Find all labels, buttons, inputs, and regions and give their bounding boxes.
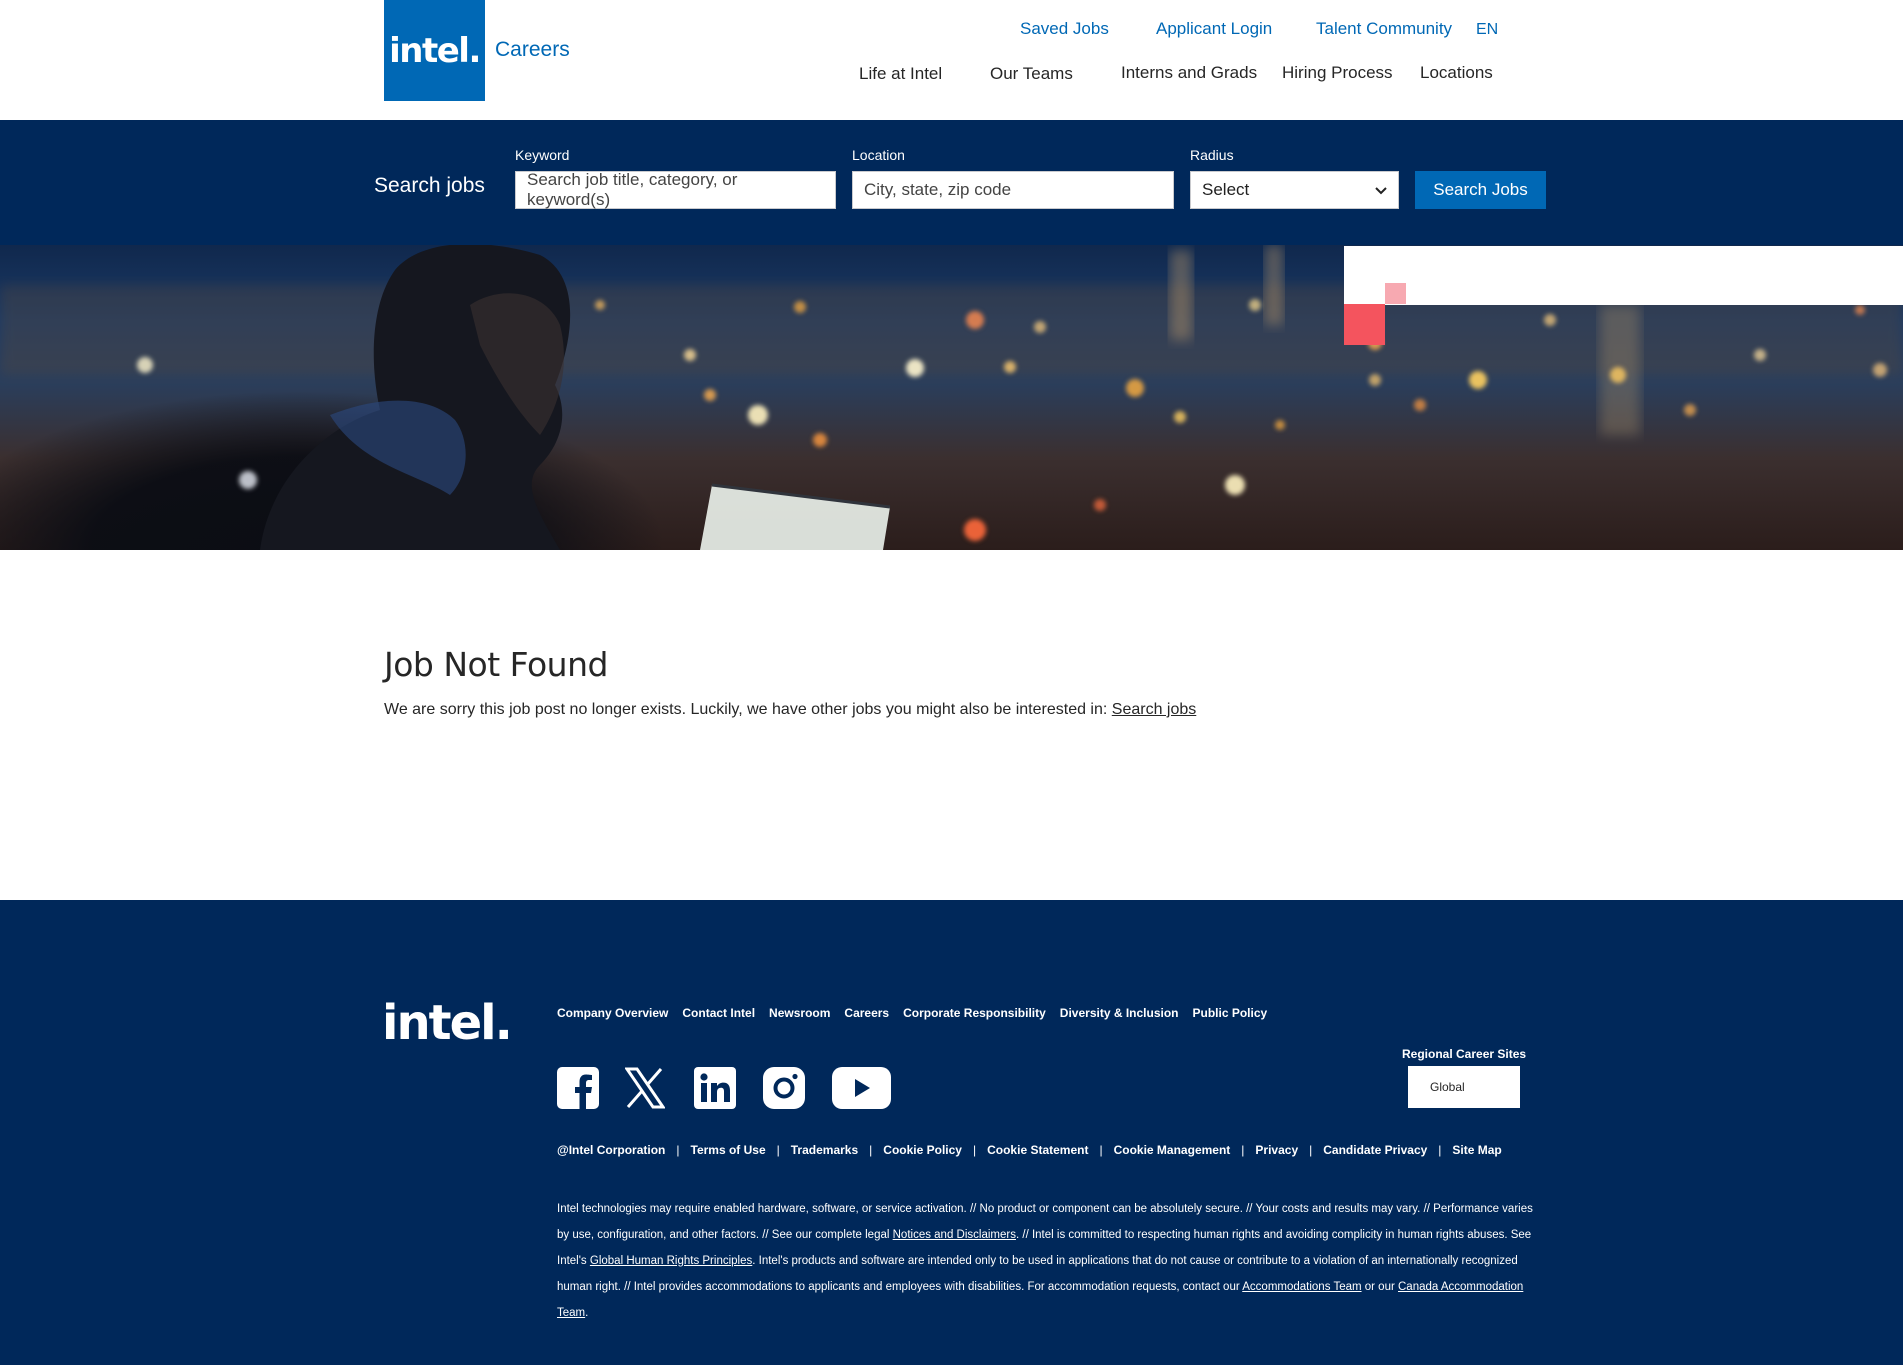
nav-locations[interactable]: Locations xyxy=(1420,63,1493,83)
location-input[interactable]: City, state, zip code xyxy=(852,171,1174,209)
hero-corner-cutout xyxy=(1344,246,1903,305)
legal-candidate-privacy[interactable]: Candidate Privacy xyxy=(1323,1143,1427,1157)
footer-link-diversity-inclusion[interactable]: Diversity & Inclusion xyxy=(1060,1006,1179,1020)
nav-hiring-process[interactable]: Hiring Process xyxy=(1282,63,1393,83)
nav-our-teams[interactable]: Our Teams xyxy=(990,64,1073,84)
disclaimer-text: or our xyxy=(1361,1281,1398,1293)
nav-interns-and-grads[interactable]: Interns and Grads xyxy=(1121,63,1257,83)
not-found-message: We are sorry this job post no longer exi… xyxy=(384,701,1196,719)
radius-value: Select xyxy=(1202,180,1250,199)
disclaimer-text: . xyxy=(585,1307,589,1319)
radius-select[interactable]: Select xyxy=(1190,171,1399,209)
job-search-bar: Search jobs Keyword Search job title, ca… xyxy=(0,120,1903,245)
facebook-icon[interactable] xyxy=(557,1067,599,1109)
page-title: Job Not Found xyxy=(384,645,608,684)
legal-privacy[interactable]: Privacy xyxy=(1255,1143,1298,1157)
legal-links: @Intel Corporation | Terms of Use | Tradem… xyxy=(557,1143,1502,1157)
talent-community-link[interactable]: Talent Community xyxy=(1316,19,1452,39)
legal-cookie-policy[interactable]: Cookie Policy xyxy=(883,1143,962,1157)
footer-link-newsroom[interactable]: Newsroom xyxy=(769,1006,830,1020)
location-placeholder: City, state, zip code xyxy=(864,180,1012,199)
instagram-icon[interactable] xyxy=(763,1067,805,1109)
intel-logo[interactable]: intel. xyxy=(384,0,485,101)
footer-link-company-overview[interactable]: Company Overview xyxy=(557,1006,668,1020)
regional-career-sites-label: Regional Career Sites xyxy=(1402,1047,1527,1061)
footer-link-careers[interactable]: Careers xyxy=(844,1006,889,1020)
keyword-placeholder: Search job title, category, or keyword(s… xyxy=(527,170,738,209)
decorative-pixel-pink xyxy=(1385,283,1406,304)
legal-site-map[interactable]: Site Map xyxy=(1452,1143,1501,1157)
regional-career-sites-value: Global xyxy=(1430,1080,1465,1094)
search-jobs-link[interactable]: Search jobs xyxy=(1112,701,1197,718)
chevron-down-icon xyxy=(1375,180,1387,200)
location-label: Location xyxy=(852,147,905,163)
legal-trademarks[interactable]: Trademarks xyxy=(791,1143,858,1157)
human-rights-principles-link[interactable]: Global Human Rights Principles xyxy=(590,1255,752,1267)
footer-intel-logo[interactable]: intel. xyxy=(382,995,513,1051)
careers-title[interactable]: Careers xyxy=(495,38,570,62)
legal-disclaimer: Intel technologies may require enabled h… xyxy=(557,1196,1537,1326)
regional-career-sites-select[interactable]: Global xyxy=(1408,1066,1520,1108)
keyword-label: Keyword xyxy=(515,147,570,163)
radius-label: Radius xyxy=(1190,147,1234,163)
search-jobs-button[interactable]: Search Jobs xyxy=(1415,171,1546,209)
intel-logo-text: intel. xyxy=(389,30,481,71)
legal-intel-corporation[interactable]: @Intel Corporation xyxy=(557,1143,665,1157)
not-found-text: We are sorry this job post no longer exi… xyxy=(384,701,1112,718)
footer-link-corporate-responsibility[interactable]: Corporate Responsibility xyxy=(903,1006,1046,1020)
language-selector[interactable]: EN xyxy=(1476,21,1498,39)
footer-link-contact-intel[interactable]: Contact Intel xyxy=(682,1006,755,1020)
legal-cookie-statement[interactable]: Cookie Statement xyxy=(987,1143,1088,1157)
x-icon[interactable] xyxy=(625,1067,665,1109)
legal-cookie-management[interactable]: Cookie Management xyxy=(1114,1143,1231,1157)
saved-jobs-link[interactable]: Saved Jobs xyxy=(1020,19,1109,39)
search-jobs-heading: Search jobs xyxy=(374,174,485,197)
footer-link-public-policy[interactable]: Public Policy xyxy=(1193,1006,1268,1020)
decorative-pixel-red xyxy=(1344,304,1385,345)
linkedin-icon[interactable] xyxy=(694,1067,736,1109)
site-footer: intel. Company Overview Contact Intel Ne… xyxy=(0,900,1903,1365)
notices-disclaimers-link[interactable]: Notices and Disclaimers xyxy=(893,1229,1016,1241)
accommodations-team-link[interactable]: Accommodations Team xyxy=(1242,1281,1361,1293)
keyword-input[interactable]: Search job title, category, or keyword(s… xyxy=(515,170,836,209)
youtube-icon[interactable] xyxy=(832,1067,891,1109)
nav-life-at-intel[interactable]: Life at Intel xyxy=(859,64,942,84)
applicant-login-link[interactable]: Applicant Login xyxy=(1156,19,1272,39)
site-header: intel. Careers Saved Jobs Applicant Logi… xyxy=(0,0,1903,120)
legal-terms-of-use[interactable]: Terms of Use xyxy=(691,1143,766,1157)
footer-links: Company Overview Contact Intel Newsroom … xyxy=(557,1006,1267,1020)
